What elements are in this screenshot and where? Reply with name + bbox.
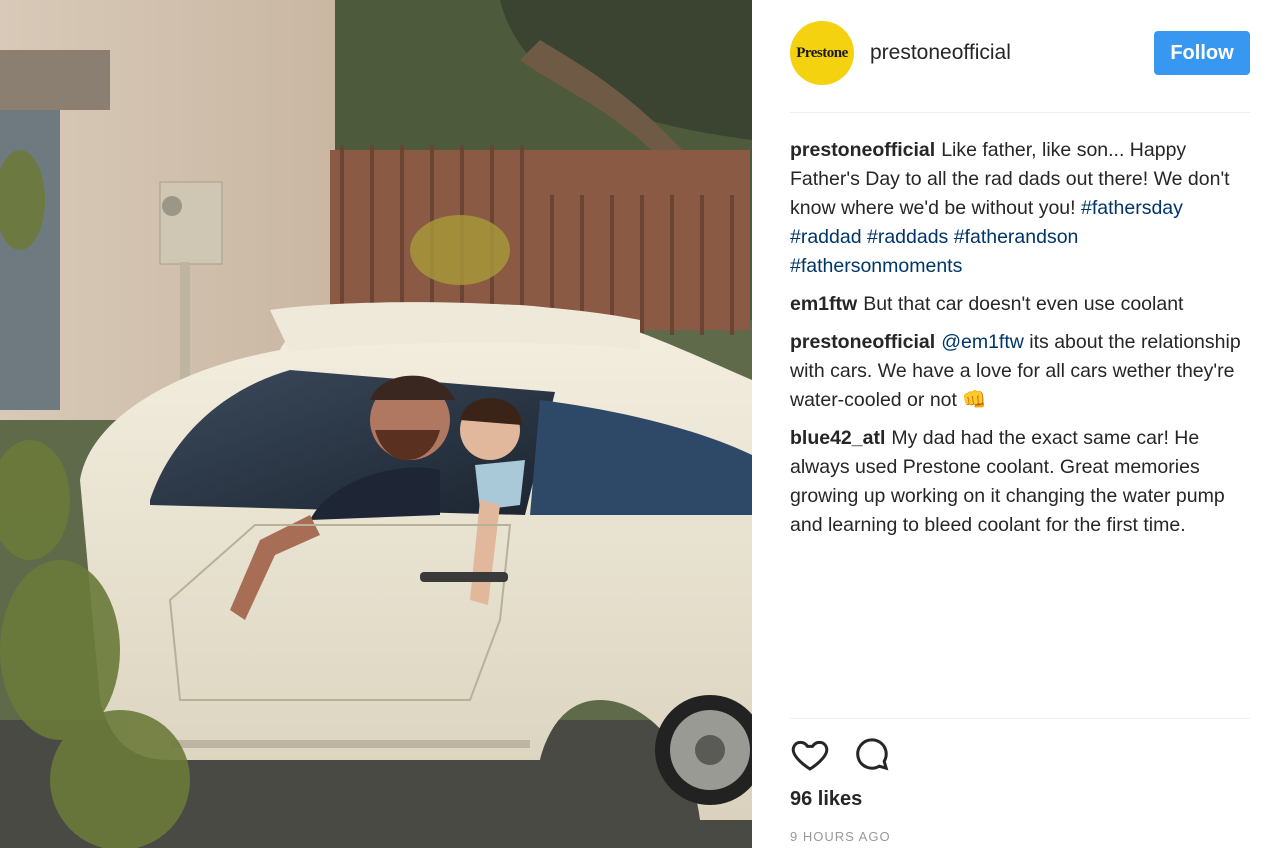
post-photo-illustration — [0, 0, 752, 848]
follow-button[interactable]: Follow — [1154, 31, 1250, 75]
avatar-logo-text: Prestone — [796, 44, 848, 61]
post-timestamp: 9 HOURS AGO — [790, 829, 891, 844]
post-photo[interactable] — [0, 0, 752, 848]
comment-item: em1ftw But that car doesn't even use cool… — [790, 290, 1250, 319]
comments-list: prestoneofficial Like father, like son...… — [790, 136, 1250, 549]
comment-text: But that car doesn't even use coolant — [863, 293, 1184, 315]
caption: prestoneofficial Like father, like son...… — [790, 136, 1250, 281]
comment-username[interactable]: prestoneofficial — [790, 331, 935, 353]
post-header: Prestone prestoneofficial Follow — [790, 18, 1250, 88]
header-divider — [790, 112, 1250, 113]
comment-bubble-icon[interactable] — [852, 734, 892, 779]
actions-divider — [790, 718, 1250, 719]
comment-username[interactable]: em1ftw — [790, 293, 857, 315]
likes-count[interactable]: 96 likes — [790, 788, 862, 811]
avatar[interactable]: Prestone — [790, 21, 854, 85]
comment-username[interactable]: blue42_atl — [790, 427, 885, 449]
comment-item: prestoneofficial @em1ftw its about the re… — [790, 328, 1250, 415]
comment-mention[interactable]: @em1ftw — [941, 331, 1024, 353]
post-actions — [790, 734, 892, 779]
post-sidebar: Prestone prestoneofficial Follow preston… — [752, 0, 1280, 848]
comment-item: blue42_atl My dad had the exact same car!… — [790, 424, 1250, 540]
caption-username[interactable]: prestoneofficial — [790, 139, 935, 161]
author-username[interactable]: prestoneofficial — [870, 41, 1011, 65]
heart-icon[interactable] — [790, 734, 830, 779]
